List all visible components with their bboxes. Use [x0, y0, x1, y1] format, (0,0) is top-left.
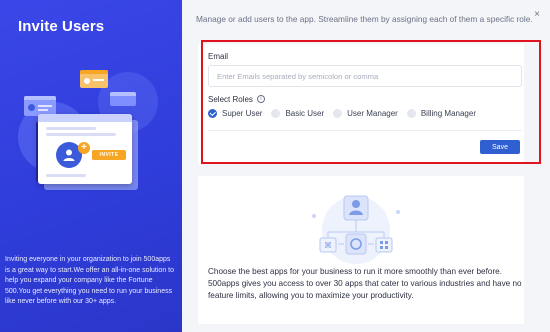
plus-icon: +	[78, 142, 90, 154]
email-label: Email	[208, 52, 229, 61]
left-panel-title: Invite Users	[18, 18, 105, 35]
radio-icon[interactable]	[333, 109, 343, 118]
email-input[interactable]	[208, 65, 522, 87]
role-option-billing-manager[interactable]: Billing Manager	[406, 109, 476, 118]
page-subtitle: Manage or add users to the app. Streamli…	[196, 14, 533, 24]
svg-text:⌘: ⌘	[324, 241, 332, 250]
close-button[interactable]: ×	[534, 9, 540, 20]
invite-illustration: + INVITE	[18, 62, 168, 202]
radio-icon[interactable]	[271, 109, 281, 118]
roles-label: Select Roles	[208, 95, 253, 104]
right-panel: Manage or add users to the app. Streamli…	[182, 0, 550, 332]
apps-description: Choose the best apps for your business t…	[208, 267, 522, 300]
floating-card-orange	[80, 70, 108, 88]
apps-illustration: ⌘	[298, 186, 414, 264]
floating-card-small	[110, 92, 136, 106]
invite-badge: INVITE	[92, 150, 126, 160]
apps-info-card: ⌘ Choose the best apps for your business…	[198, 176, 524, 324]
save-button[interactable]: Save	[480, 140, 520, 154]
left-panel-description: Inviting everyone in your organization t…	[5, 256, 174, 305]
role-label: Super User	[222, 109, 263, 118]
role-label: User Manager	[347, 109, 398, 118]
invite-form: Email Select Roles i Super User Basic Us…	[198, 44, 524, 164]
floating-card-blue	[24, 96, 56, 116]
check-icon[interactable]	[208, 109, 217, 118]
role-option-basic-user[interactable]: Basic User	[271, 109, 324, 118]
roles-radio-group: Super User Basic User User Manager Billi…	[208, 109, 485, 118]
radio-icon[interactable]	[406, 109, 416, 118]
role-option-user-manager[interactable]: User Manager	[333, 109, 398, 118]
role-label: Billing Manager	[420, 109, 476, 118]
role-label: Basic User	[285, 109, 325, 118]
left-panel: Invite Users + INVITE Inviting everyone …	[0, 0, 182, 332]
info-icon[interactable]: i	[257, 95, 265, 103]
form-divider	[208, 130, 522, 131]
role-option-super-user[interactable]: Super User	[208, 109, 262, 118]
invite-card: + INVITE	[38, 114, 132, 184]
